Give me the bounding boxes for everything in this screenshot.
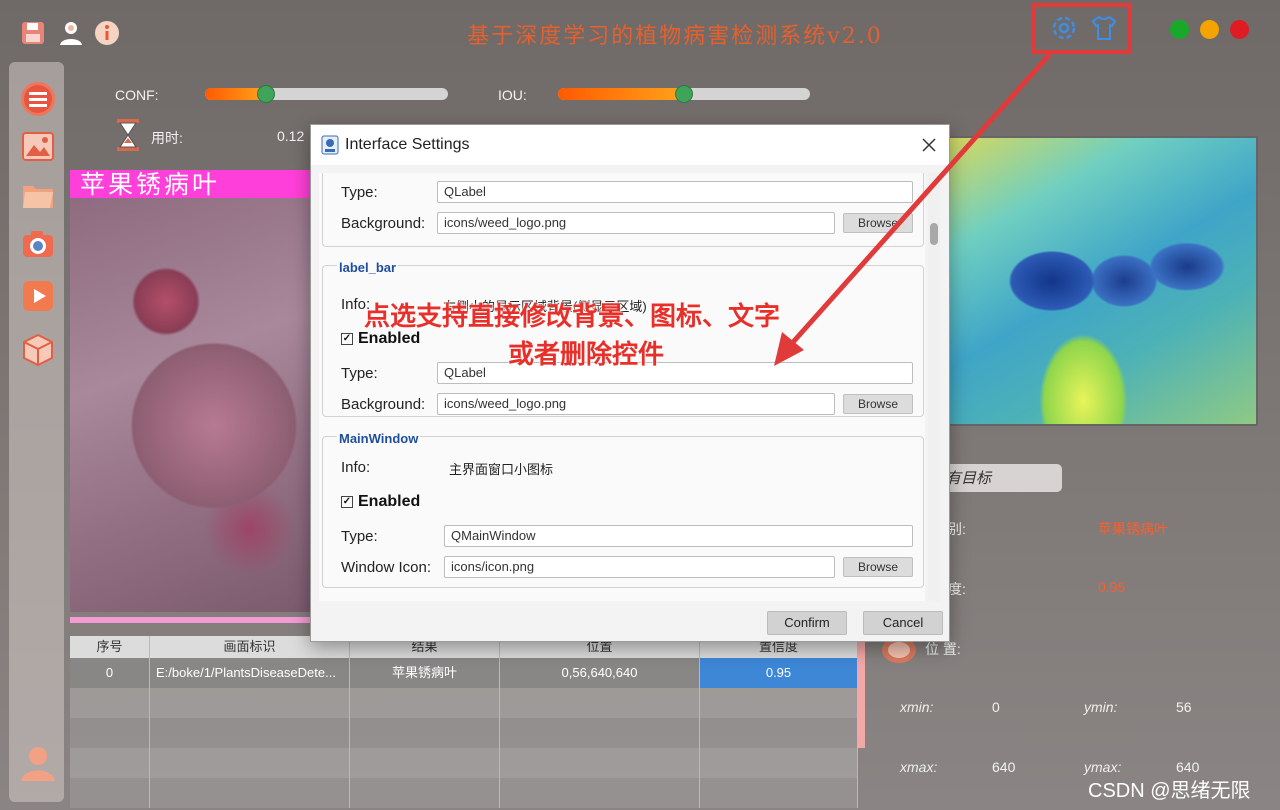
enabled-checkbox[interactable]: ✓ Enabled — [341, 493, 420, 511]
window-icon-field[interactable]: icons/icon.png — [444, 556, 835, 578]
table-cell: E:/boke/1/PlantsDiseaseDete... — [150, 658, 350, 688]
info-label: Info: — [341, 459, 371, 476]
conf-label: CONF: — [115, 87, 159, 103]
ymax-label: ymax: — [1084, 759, 1122, 775]
type-label: Type: — [341, 528, 378, 545]
image-divider — [70, 617, 310, 623]
xmax-value: 640 — [992, 759, 1016, 775]
table-cell: 0 — [70, 658, 150, 688]
table-cell: 苹果锈病叶 — [350, 658, 500, 688]
conf-slider[interactable] — [205, 85, 448, 103]
play-icon[interactable] — [19, 277, 57, 315]
detection-banner: 苹果锈病叶 — [70, 170, 310, 200]
annotation-arrow — [774, 52, 1052, 366]
column-header[interactable]: 序号 — [70, 636, 150, 658]
folder-icon[interactable] — [19, 176, 57, 214]
table-row[interactable] — [70, 748, 858, 778]
shirt-icon[interactable] — [1089, 13, 1119, 43]
xmin-value: 0 — [992, 699, 1000, 715]
enabled-label: Enabled — [358, 493, 421, 510]
ymax-value: 640 — [1176, 759, 1200, 775]
user-icon[interactable] — [56, 18, 86, 48]
info-icon[interactable] — [92, 18, 122, 48]
table-scrollbar[interactable] — [857, 630, 865, 748]
group-title: MainWindow — [337, 431, 421, 446]
ymin-label: ymin: — [1084, 699, 1118, 715]
maximize-button[interactable] — [1200, 20, 1219, 39]
background-label: Background: — [341, 396, 426, 413]
cancel-button[interactable]: Cancel — [863, 611, 943, 635]
minimize-button[interactable] — [1170, 20, 1189, 39]
original-image — [70, 198, 310, 612]
xmax-label: xmax: — [900, 759, 938, 775]
table-cell: 0.95 — [700, 658, 858, 688]
app-small-icon — [321, 135, 339, 155]
conf-slider-handle[interactable] — [256, 85, 275, 103]
iou-slider-fill — [558, 88, 684, 100]
window-icon-label: Window Icon: — [341, 559, 432, 576]
group-title: label_bar — [337, 260, 399, 275]
type-label: Type: — [341, 365, 378, 382]
app-title: 基于深度学习的植物病害检测系统v2.0 — [467, 24, 883, 49]
time-label: 用时: — [151, 130, 183, 146]
confirm-button[interactable]: Confirm — [767, 611, 847, 635]
type-label: Type: — [341, 184, 378, 201]
annotation-text-line2: 或者删除控件 — [508, 340, 665, 370]
watermark: CSDN @思绪无限 — [1088, 780, 1251, 802]
dialog-title: Interface Settings — [345, 136, 470, 153]
table-cell: 0,56,640,640 — [500, 658, 700, 688]
save-icon[interactable] — [18, 18, 48, 48]
iou-slider-handle[interactable] — [675, 85, 693, 103]
settings-group-mainwindow: MainWindow Info: 主界面窗口小图标 ✓ Enabled Type:… — [322, 431, 924, 588]
user-avatar-icon[interactable] — [17, 742, 59, 784]
gear-icon[interactable] — [1049, 13, 1079, 43]
info-value: 主界面窗口小图标 — [449, 462, 554, 477]
result-label: 别: — [948, 521, 966, 537]
close-button[interactable] — [1230, 20, 1249, 39]
table-row[interactable] — [70, 688, 858, 718]
image-icon[interactable] — [19, 128, 57, 166]
xmin-label: xmin: — [900, 699, 934, 715]
annotation-text-line1: 点选支持直接修改背景、图标、文字 — [364, 302, 781, 332]
confidence-value: 0.95 — [1098, 579, 1126, 595]
background-field[interactable]: icons/weed_logo.png — [437, 393, 835, 415]
browse-button[interactable]: Browse — [843, 394, 913, 414]
ymin-value: 56 — [1176, 699, 1192, 715]
target-select[interactable]: 有目标 — [938, 464, 1062, 492]
position-label: 位 置: — [925, 641, 961, 657]
table-row[interactable]: 0 E:/boke/1/PlantsDiseaseDete... 苹果锈病叶 0… — [70, 658, 858, 688]
menu-icon[interactable] — [19, 80, 57, 118]
background-label: Background: — [341, 215, 426, 232]
table-row[interactable] — [70, 718, 858, 748]
iou-label: IOU: — [498, 87, 527, 103]
type-field[interactable]: QMainWindow — [444, 525, 913, 547]
table-row[interactable] — [70, 778, 858, 808]
confidence-label: 度: — [948, 581, 966, 597]
sidebar — [9, 62, 64, 802]
browse-button[interactable]: Browse — [843, 557, 913, 577]
box-icon[interactable] — [19, 331, 57, 369]
result-value: 苹果锈病叶 — [1098, 521, 1168, 537]
camera-icon[interactable] — [19, 225, 57, 263]
hourglass-icon — [116, 118, 140, 152]
time-value: 0.12 — [277, 128, 305, 144]
results-table: 序号 画面标识 结果 位置 置信度 0 E:/boke/1/PlantsDise… — [70, 636, 858, 808]
